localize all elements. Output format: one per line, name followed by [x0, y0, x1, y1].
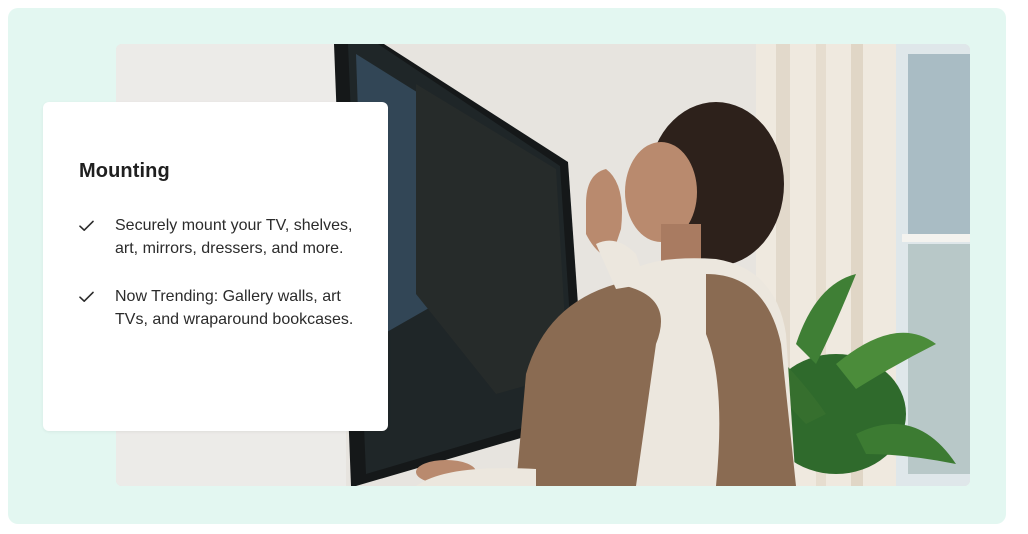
feature-text: Now Trending: Gallery walls, art TVs, an…: [115, 288, 354, 328]
section-title: Mounting: [79, 160, 170, 182]
feature-list: Securely mount your TV, shelves, art, mi…: [79, 215, 369, 357]
checkmark-icon: [79, 291, 94, 302]
feature-item: Now Trending: Gallery walls, art TVs, an…: [79, 286, 369, 331]
mounting-info-card: Mounting Securely mount your TV, shelves…: [43, 102, 388, 431]
feature-text: Securely mount your TV, shelves, art, mi…: [115, 217, 353, 257]
checkmark-icon: [79, 220, 94, 231]
feature-item: Securely mount your TV, shelves, art, mi…: [79, 215, 369, 260]
